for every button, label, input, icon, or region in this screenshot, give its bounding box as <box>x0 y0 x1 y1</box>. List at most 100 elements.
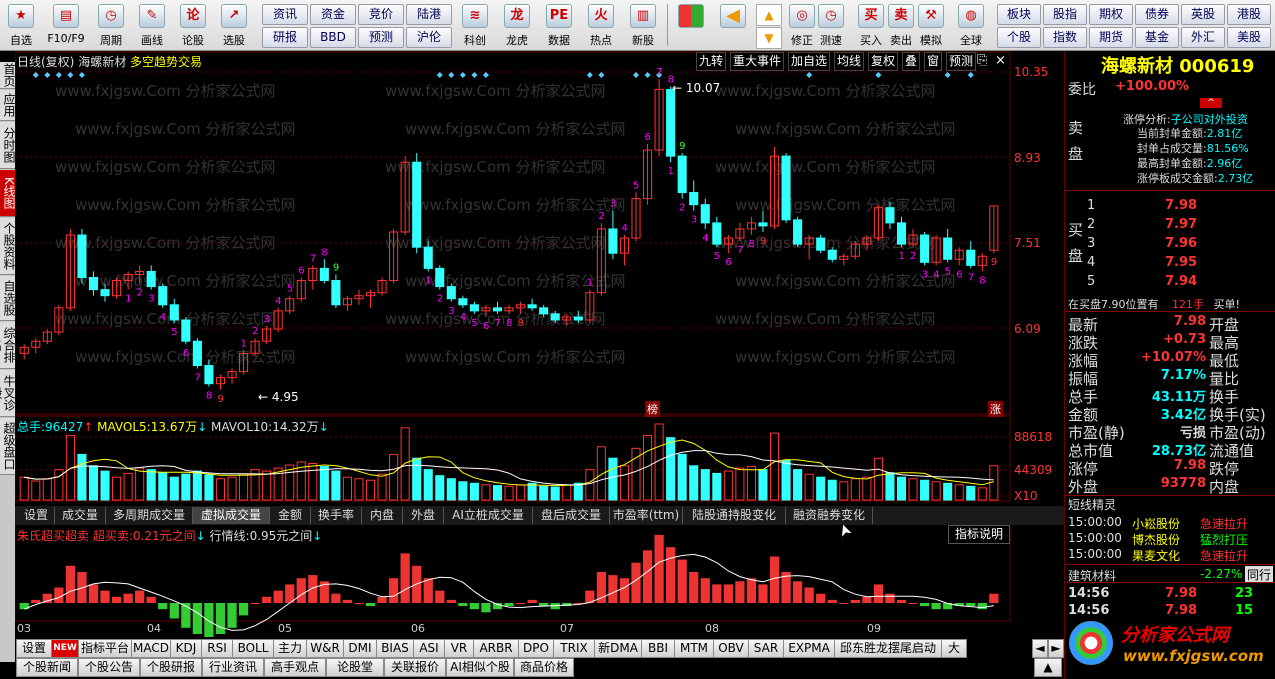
candle-body[interactable] <box>88 276 99 291</box>
info-tab[interactable]: 行业资讯 <box>202 658 264 677</box>
indicator-tab[interactable]: TRIX <box>553 639 595 658</box>
candle-body[interactable] <box>816 237 826 251</box>
info-tab[interactable]: 个股新闻 <box>16 658 78 677</box>
candle-body[interactable] <box>885 207 895 224</box>
candle-body[interactable] <box>712 222 722 245</box>
market-button[interactable]: 英股 <box>1181 4 1225 25</box>
indicator-tab[interactable]: BBI <box>641 639 675 658</box>
color-grid-button[interactable] <box>672 2 710 48</box>
left-tab[interactable]: 牛叉诊股 <box>0 370 16 417</box>
market-button[interactable]: 债券 <box>1135 4 1179 25</box>
candle-body[interactable] <box>666 88 676 157</box>
left-tab[interactable]: 个股资料 <box>0 218 16 275</box>
quick-button[interactable]: 资金 <box>310 4 356 25</box>
toolbar-button-discuss[interactable]: 论论股 <box>174 2 212 48</box>
indicator-tab[interactable]: 邱东胜龙摆尾启动 <box>834 639 942 658</box>
candle-body[interactable] <box>77 234 87 278</box>
quick-button[interactable]: 沪伦 <box>406 27 452 48</box>
left-tab[interactable]: 自选股 <box>0 276 16 321</box>
candle-body[interactable] <box>781 155 791 221</box>
chart-tool-button[interactable]: 窗 <box>924 52 943 71</box>
info-tab[interactable]: 论股堂 <box>326 658 384 677</box>
info-tab[interactable]: 关联报价 <box>384 658 446 677</box>
volume-tab[interactable]: 外盘 <box>403 507 444 524</box>
toolbar-button-sell[interactable]: 卖卖出 <box>885 2 917 48</box>
indicator-tab[interactable]: ARBR <box>473 639 519 658</box>
toolbar-button-f10[interactable]: ▤ F10/F9 <box>43 2 89 48</box>
indicator-tab[interactable]: DPO <box>518 639 554 658</box>
market-button[interactable]: 港股 <box>1227 4 1271 25</box>
candle-body[interactable] <box>181 319 191 342</box>
copy-icon[interactable]: ⎘ <box>977 53 987 68</box>
arrow-down-icon[interactable]: ▼ <box>756 27 782 49</box>
info-tab[interactable]: AI相似个股 <box>446 658 514 677</box>
toolbar-button-simulate[interactable]: ⚒ 模拟 <box>915 2 947 48</box>
market-button[interactable]: 股指 <box>1043 4 1087 25</box>
quick-button[interactable]: 陆港 <box>406 4 452 25</box>
left-tab[interactable]: 综合排名 <box>0 322 16 369</box>
collapse-up-icon[interactable]: ▲ <box>1034 658 1062 677</box>
volume-tab[interactable]: 融资融券变化 <box>786 507 873 524</box>
indicator-tab[interactable]: 主力 <box>273 639 307 658</box>
indicator-tab[interactable]: W&R <box>306 639 344 658</box>
candle-body[interactable] <box>573 316 583 321</box>
toolbar-button-fix[interactable]: ◎ 修正 <box>786 2 818 48</box>
candle-body[interactable] <box>146 270 156 288</box>
market-button[interactable]: 个股 <box>997 27 1041 48</box>
left-tab[interactable]: K线图 <box>0 170 16 217</box>
market-button[interactable]: 美股 <box>1227 27 1271 48</box>
indicator-tab[interactable]: VR <box>444 639 474 658</box>
info-tab[interactable]: 商品价格 <box>514 658 574 677</box>
bid-row[interactable]: 2 7.97 <box>1065 217 1275 235</box>
back-button[interactable]: ◀ <box>714 2 752 48</box>
candle-body[interactable] <box>700 204 710 224</box>
bang-badge[interactable]: 榜 <box>645 401 660 417</box>
market-button[interactable]: 期权 <box>1089 4 1133 25</box>
toolbar-button-speed[interactable]: ◷ 测速 <box>815 2 847 48</box>
indicator-tab[interactable]: 指标平台 <box>78 639 132 658</box>
indicator-tab[interactable]: SAR <box>748 639 784 658</box>
candle-body[interactable] <box>100 289 110 297</box>
indicator-help-button[interactable]: 指标说明 <box>948 525 1010 544</box>
quick-button[interactable]: 竞价 <box>358 4 404 25</box>
scroll-left-icon[interactable]: ◄ <box>1032 639 1048 658</box>
toolbar-button-dragon-tiger[interactable]: 龙龙虎 <box>498 2 536 48</box>
candle-body[interactable] <box>677 155 687 194</box>
indicator-tab[interactable]: OBV <box>713 639 749 658</box>
candle-body[interactable] <box>423 246 433 269</box>
candle-body[interactable] <box>158 286 168 306</box>
toolbar-button-select-stock[interactable]: ↗ 选股 <box>215 2 253 48</box>
indicator-tab[interactable]: EXPMA <box>783 639 835 658</box>
volume-tab[interactable]: 市盈率(ttm) <box>610 507 683 524</box>
bid-row[interactable]: 1 7.98 <box>1065 198 1275 216</box>
toolbar-button-data[interactable]: PE 数据 <box>540 2 578 48</box>
scroll-right-icon[interactable]: ► <box>1048 639 1064 658</box>
candle-body[interactable] <box>920 234 930 263</box>
indicator-tab[interactable]: RSI <box>201 639 233 658</box>
chart-tool-button[interactable]: 重大事件 <box>730 52 785 71</box>
chart-tool-button[interactable]: 均线 <box>834 52 865 71</box>
info-tab[interactable]: 个股研报 <box>140 658 202 677</box>
volume-tab[interactable]: 陆股通持股变化 <box>683 507 786 524</box>
candle-body[interactable] <box>319 267 329 282</box>
close-icon[interactable]: × <box>995 53 1006 68</box>
volume-tab[interactable]: 设置 <box>18 507 55 524</box>
candle-body[interactable] <box>550 313 560 321</box>
quick-button[interactable]: 预测 <box>358 27 404 48</box>
candle-body[interactable] <box>204 364 214 385</box>
info-tab[interactable]: 高手观点 <box>264 658 326 677</box>
candle-body[interactable] <box>689 192 699 206</box>
volume-tab[interactable]: AI立桩成交量 <box>444 507 533 524</box>
zhang-badge[interactable]: 涨 <box>988 401 1003 417</box>
indicator-tab[interactable]: BIAS <box>376 639 414 658</box>
indicator-tab[interactable]: KDJ <box>170 639 202 658</box>
left-tab[interactable]: 超级盘口 <box>0 418 16 475</box>
bid-row[interactable]: 5 7.94 <box>1065 274 1275 292</box>
quick-button[interactable]: 资讯 <box>262 4 308 25</box>
quick-button[interactable]: 研报 <box>262 27 308 48</box>
toolbar-button-star[interactable]: ★ 自选 <box>2 2 40 48</box>
market-button[interactable]: 期货 <box>1089 27 1133 48</box>
market-button[interactable]: 基金 <box>1135 27 1179 48</box>
candle-body[interactable] <box>943 237 953 260</box>
volume-tab[interactable]: 多周期成交量 <box>106 507 193 524</box>
